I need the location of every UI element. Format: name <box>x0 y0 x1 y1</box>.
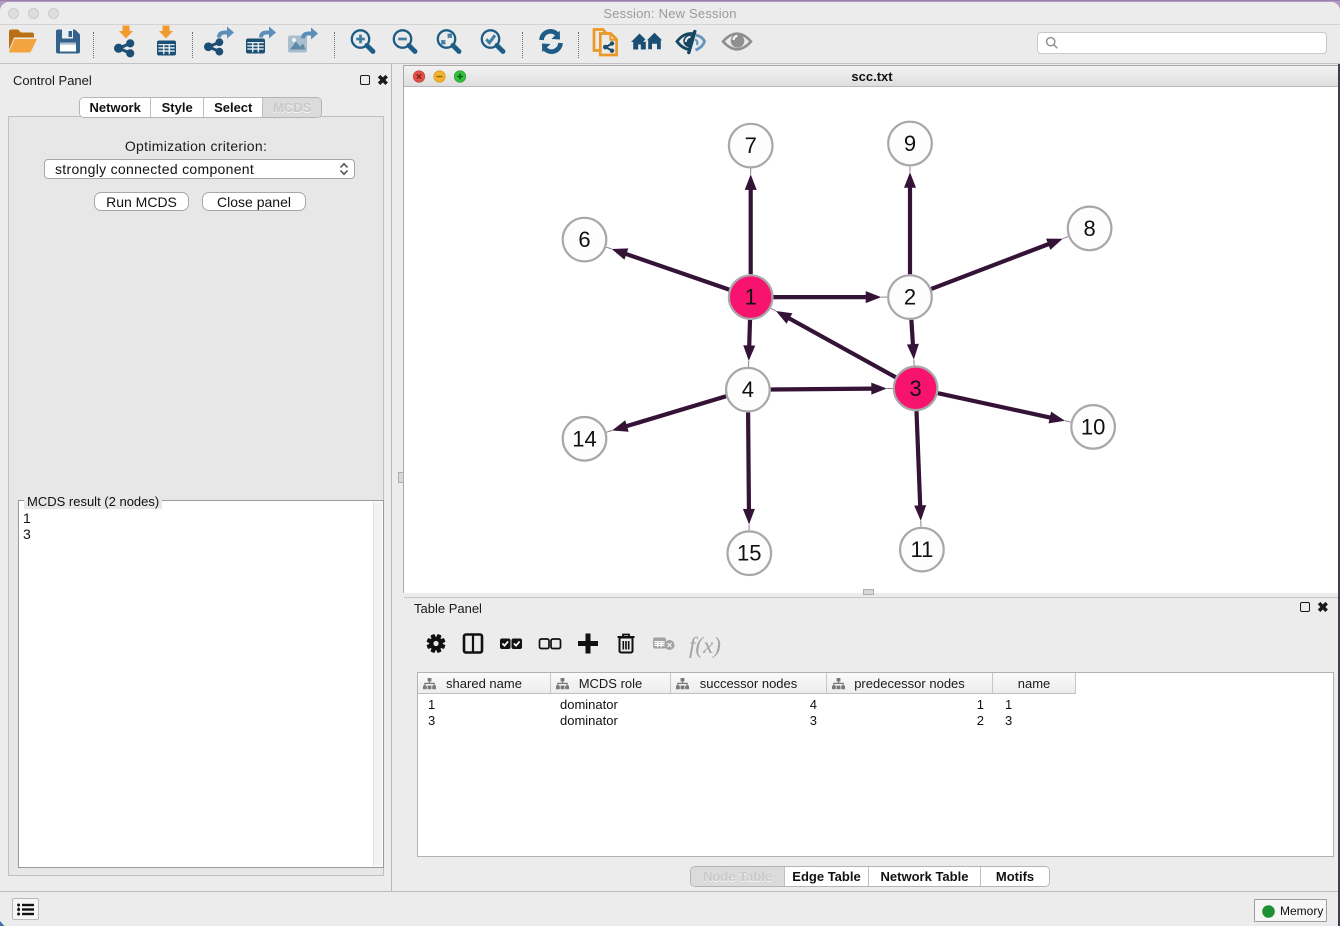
svg-text:2: 2 <box>904 285 916 310</box>
svg-text:11: 11 <box>910 537 933 562</box>
svg-text:14: 14 <box>572 426 596 451</box>
svg-text:15: 15 <box>737 541 761 566</box>
svg-text:7: 7 <box>745 133 757 158</box>
svg-text:9: 9 <box>904 131 916 156</box>
svg-text:4: 4 <box>742 377 754 402</box>
svg-text:10: 10 <box>1081 414 1105 439</box>
svg-text:1: 1 <box>745 285 757 310</box>
svg-text:8: 8 <box>1083 216 1095 241</box>
svg-text:3: 3 <box>909 376 921 401</box>
svg-text:6: 6 <box>578 227 590 252</box>
